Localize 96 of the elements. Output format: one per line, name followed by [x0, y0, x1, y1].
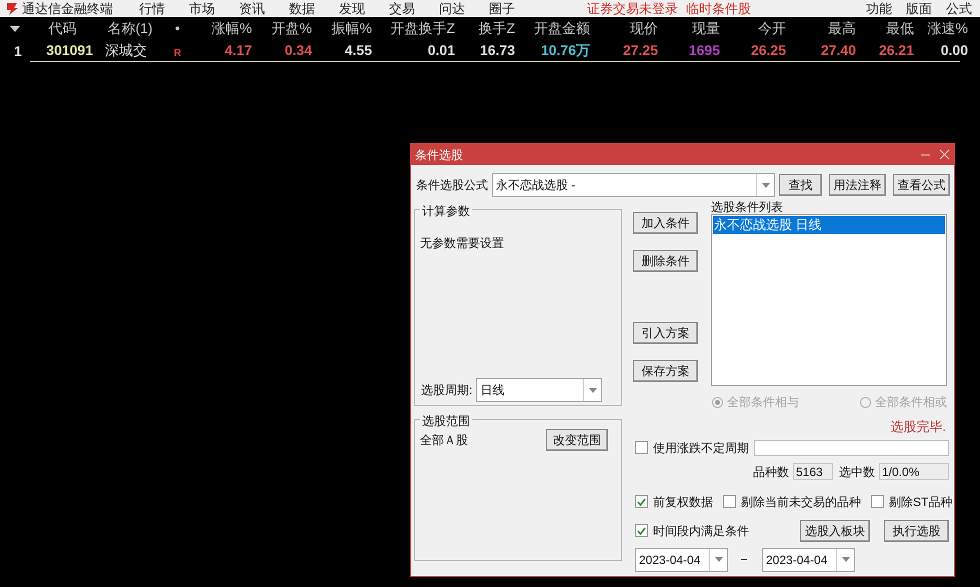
sort-icon: [10, 26, 20, 32]
button[interactable]: 引入方案: [633, 322, 698, 344]
table-cell-text: 16.73: [478, 41, 515, 60]
button[interactable]: 执行选股: [884, 520, 949, 542]
button[interactable]: 查找: [779, 174, 822, 196]
button[interactable]: 选股入板块: [800, 520, 870, 542]
table-cell-text: 0.00: [940, 41, 968, 60]
checkmark-icon: [637, 498, 646, 506]
button[interactable]: 用法注释: [829, 174, 886, 196]
button[interactable]: 改变范围: [546, 429, 608, 451]
date-dropdown[interactable]: 2023-04-04: [635, 548, 728, 572]
menu-item[interactable]: 公式: [946, 0, 972, 18]
table-cell-text: 26.25: [750, 41, 786, 60]
formula-dropdown[interactable]: 永不恋战选股 -: [492, 173, 775, 197]
table-cell-text: 4.17: [224, 41, 252, 60]
period-input-field[interactable]: [754, 440, 949, 456]
status-text: 临时条件股: [686, 0, 751, 18]
group-title: 选股范围: [420, 412, 472, 430]
date-dropdown[interactable]: 2023-04-04: [762, 548, 855, 572]
checkbox-label: 前复权数据: [653, 494, 713, 510]
row-number: 1: [13, 42, 23, 60]
column-header[interactable]: 最高: [786, 18, 856, 39]
range-value: 全部Ａ股: [420, 432, 468, 449]
menu-item[interactable]: 行情: [139, 0, 165, 18]
button[interactable]: 查看公式: [893, 174, 950, 196]
column-header[interactable]: 换手Z: [455, 18, 515, 39]
dash-icon: [741, 558, 749, 560]
button[interactable]: 加入条件: [633, 212, 698, 234]
dropdown-icon: [588, 388, 597, 392]
table-cell-text: 10.76万: [540, 41, 590, 60]
menu-item[interactable]: 发现: [339, 0, 365, 18]
table-cell-text: 0.01: [426, 41, 455, 60]
table-cell-text: 26.21: [878, 41, 914, 60]
column-header[interactable]: 振幅%: [312, 18, 372, 39]
column-header[interactable]: 开盘换手Z: [372, 18, 455, 39]
column-header[interactable]: •: [165, 18, 190, 39]
table-cell-text: 301091: [45, 41, 94, 60]
menu-item[interactable]: 圈子: [489, 0, 515, 18]
column-header[interactable]: 今开: [720, 18, 786, 39]
count-value: 1/0.0%: [879, 463, 949, 480]
column-header[interactable]: 开盘金额: [515, 18, 590, 39]
column-header[interactable]: 涨速%: [914, 18, 968, 39]
menu-item[interactable]: 版面: [906, 0, 932, 18]
count-label: 品种数: [753, 464, 789, 480]
table-cell-text: 27.40: [820, 41, 856, 60]
status-text: 证券交易未登录: [587, 0, 678, 18]
menu-item[interactable]: 资讯: [239, 0, 265, 18]
dropdown-icon: [762, 182, 770, 188]
table-cell-text: 27.25: [622, 41, 658, 60]
table-cell-text: 4.55: [344, 41, 372, 60]
count-value: 5163: [793, 463, 833, 480]
menu-item[interactable]: 功能: [866, 0, 892, 18]
dropdown-icon: [714, 557, 722, 562]
list-item[interactable]: 永不恋战选股 日线: [713, 216, 945, 234]
checkbox-label: 时间段内满足条件: [653, 522, 749, 540]
checkbox-label: 剔除当前未交易的品种: [741, 494, 861, 510]
message-text: 无参数需要设置: [420, 235, 505, 252]
column-header[interactable]: 名称(1): [95, 18, 165, 39]
checkbox[interactable]: [723, 495, 736, 508]
column-header[interactable]: 现价: [590, 18, 658, 39]
column-header[interactable]: 代码: [30, 18, 95, 39]
column-header[interactable]: 开盘%: [252, 18, 312, 39]
button[interactable]: 保存方案: [633, 360, 698, 382]
app-title: 通达信金融终端: [22, 0, 113, 18]
count-label: 选中数: [839, 464, 875, 480]
window-title: 条件选股: [415, 146, 463, 164]
checkbox[interactable]: [635, 524, 648, 537]
period-dropdown[interactable]: 日线: [476, 378, 602, 402]
logo-icon: [5, 2, 19, 16]
column-header[interactable]: 现量: [658, 18, 720, 39]
status-message: 选股完毕.: [890, 418, 946, 436]
table-cell-text: 1695: [688, 41, 720, 60]
menu-item[interactable]: 数据: [289, 0, 315, 18]
menu-item[interactable]: 市场: [189, 0, 215, 18]
table-cell-text: R: [172, 47, 182, 61]
checkbox-label: 剔除ST品种: [889, 494, 952, 510]
list-title: 选股条件列表: [711, 200, 784, 214]
checkbox[interactable]: [871, 495, 884, 508]
radio-label: 全部条件相与: [727, 394, 799, 411]
dropdown-icon: [842, 557, 850, 562]
column-header[interactable]: 最低: [856, 18, 914, 39]
field-label: 条件选股公式: [416, 177, 488, 194]
checkmark-icon: [637, 526, 646, 534]
close-icon: [939, 149, 950, 160]
menu-item[interactable]: 交易: [389, 0, 415, 18]
checkbox[interactable]: [635, 441, 648, 454]
table-cell-text: 深城交: [104, 41, 148, 60]
group-title: 计算参数: [420, 202, 472, 220]
checkbox-label: 使用涨跌不定周期: [653, 440, 749, 456]
radio-label: 全部条件相或: [875, 394, 947, 411]
column-header[interactable]: 涨幅%: [190, 18, 252, 39]
field-label: 选股周期:: [421, 382, 472, 399]
checkbox[interactable]: [635, 495, 648, 508]
button[interactable]: 删除条件: [633, 250, 698, 272]
table-cell-text: 0.34: [284, 41, 312, 60]
menu-item[interactable]: 问达: [439, 0, 465, 18]
